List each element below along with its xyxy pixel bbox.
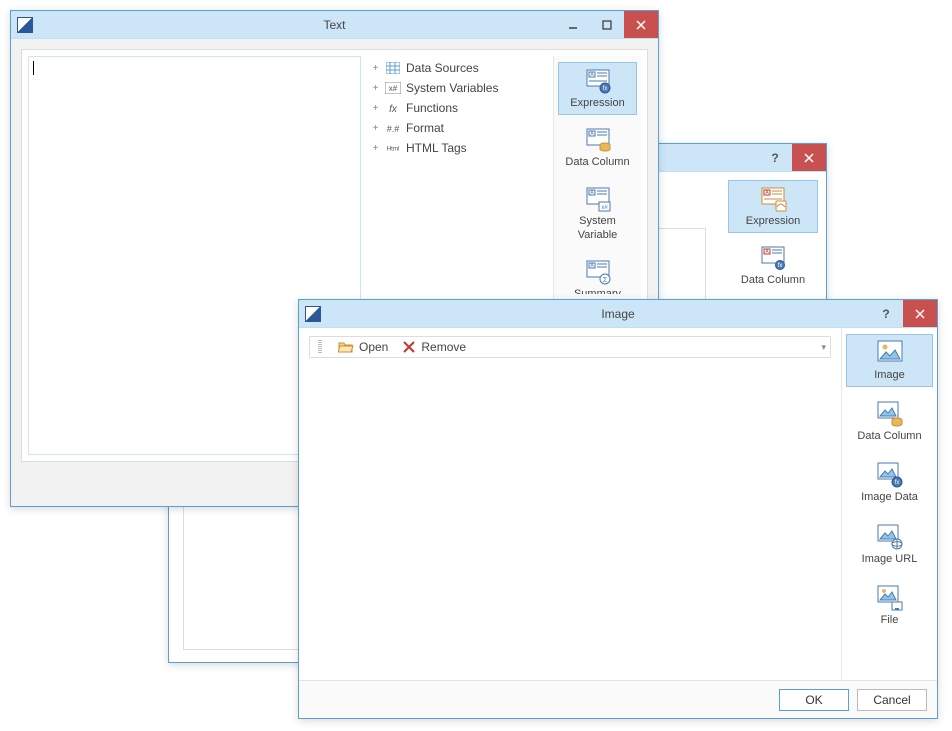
svg-text:Html: Html [387, 146, 400, 153]
titlebar[interactable]: Image ? [299, 300, 937, 328]
side-item-file[interactable]: File [846, 579, 933, 632]
image-type-side-panel: Image Data Column fx Image Data [841, 328, 937, 680]
open-label: Open [359, 340, 388, 354]
image-canvas[interactable] [299, 362, 841, 680]
side-item-label: Data Column [857, 430, 921, 443]
expand-icon[interactable]: + [371, 124, 380, 133]
side-item-image[interactable]: Image [846, 334, 933, 387]
side-item-image-url[interactable]: Image URL [846, 518, 933, 571]
svg-text:fx: fx [389, 104, 398, 114]
tree-item-label: Data Sources [406, 61, 479, 75]
side-item-data-column[interactable]: Data Column [846, 395, 933, 448]
close-button[interactable] [624, 11, 658, 38]
expand-icon[interactable]: + [371, 64, 380, 73]
side-item-expression[interactable]: A Expression [728, 180, 818, 233]
side-item-system-variable[interactable]: Ax# System Variable [558, 180, 637, 246]
tree-item-system-variables[interactable]: + x# System Variables [371, 78, 543, 98]
tree-item-functions[interactable]: + fx Functions [371, 98, 543, 118]
maximize-button[interactable] [590, 11, 624, 38]
tree-item-label: HTML Tags [406, 141, 467, 155]
data-column-icon: Afx [759, 244, 787, 272]
summary-icon: AΣ [584, 258, 612, 286]
side-item-label: Image URL [862, 553, 918, 566]
side-item-data-column[interactable]: A Data Column [558, 121, 637, 174]
help-button[interactable]: ? [869, 300, 903, 327]
data-sources-icon [385, 62, 401, 74]
toolbar-dropdown-icon[interactable]: ▾ [821, 342, 826, 353]
side-item-summary[interactable]: AΣ Summary [558, 253, 637, 295]
image-toolbar: Open Remove ▾ [309, 336, 831, 358]
svg-text:fx: fx [894, 480, 899, 486]
svg-text:fx: fx [602, 86, 607, 92]
image-data-icon: fx [876, 461, 904, 489]
functions-icon: fx [385, 102, 401, 114]
html-tags-icon: Html [385, 142, 401, 154]
side-item-label: Image [874, 369, 905, 382]
image-url-icon [876, 523, 904, 551]
tree-item-data-sources[interactable]: + Data Sources [371, 58, 543, 78]
file-icon [876, 584, 904, 612]
side-item-label: Image Data [861, 491, 918, 504]
side-item-label: Expression [746, 215, 800, 228]
tree-item-html-tags[interactable]: + Html HTML Tags [371, 138, 543, 158]
side-item-label: File [881, 614, 899, 627]
close-button[interactable] [792, 144, 826, 171]
titlebar[interactable]: Text [11, 11, 658, 39]
remove-icon [402, 340, 416, 354]
svg-text:#.#: #.# [387, 124, 400, 134]
svg-text:fx: fx [778, 263, 783, 269]
side-item-label: Data Column [741, 274, 805, 287]
open-button[interactable]: Open [338, 340, 388, 354]
help-button[interactable]: ? [758, 144, 792, 171]
expression-icon: Afx [584, 67, 612, 95]
image-icon [876, 339, 904, 367]
side-item-image-data[interactable]: fx Image Data [846, 456, 933, 509]
ok-button[interactable]: OK [779, 689, 849, 711]
svg-text:x#: x# [601, 205, 608, 211]
remove-button[interactable]: Remove [402, 340, 466, 354]
remove-label: Remove [421, 340, 466, 354]
expand-icon[interactable]: + [371, 84, 380, 93]
minimize-button[interactable] [556, 11, 590, 38]
toolbar-grip[interactable] [318, 340, 322, 354]
svg-text:x#: x# [389, 84, 398, 93]
side-item-label: Summary [574, 288, 621, 295]
window-title: Image [299, 307, 937, 321]
data-column-icon: A [584, 126, 612, 154]
expand-icon[interactable]: + [371, 104, 380, 113]
svg-text:Σ: Σ [602, 277, 607, 284]
expression-icon: A [759, 185, 787, 213]
close-button[interactable] [903, 300, 937, 327]
dialog-footer: OK Cancel [299, 680, 937, 718]
side-item-label: Expression [570, 97, 624, 110]
folder-open-icon [338, 340, 354, 354]
image-editor-window: Image ? Open [298, 299, 938, 719]
tree-item-label: Format [406, 121, 444, 135]
format-icon: #.# [385, 122, 401, 134]
tree-item-label: System Variables [406, 81, 498, 95]
side-item-label: Data Column [565, 156, 629, 169]
system-variable-icon: Ax# [584, 185, 612, 213]
side-item-expression[interactable]: Afx Expression [558, 62, 637, 115]
data-column-icon [876, 400, 904, 428]
tree-item-label: Functions [406, 101, 458, 115]
side-item-data-column[interactable]: Afx Data Column [728, 239, 818, 292]
system-variables-icon: x# [385, 82, 401, 94]
expand-icon[interactable]: + [371, 144, 380, 153]
cancel-button[interactable]: Cancel [857, 689, 927, 711]
tree-item-format[interactable]: + #.# Format [371, 118, 543, 138]
side-item-label: System Variable [578, 215, 618, 241]
